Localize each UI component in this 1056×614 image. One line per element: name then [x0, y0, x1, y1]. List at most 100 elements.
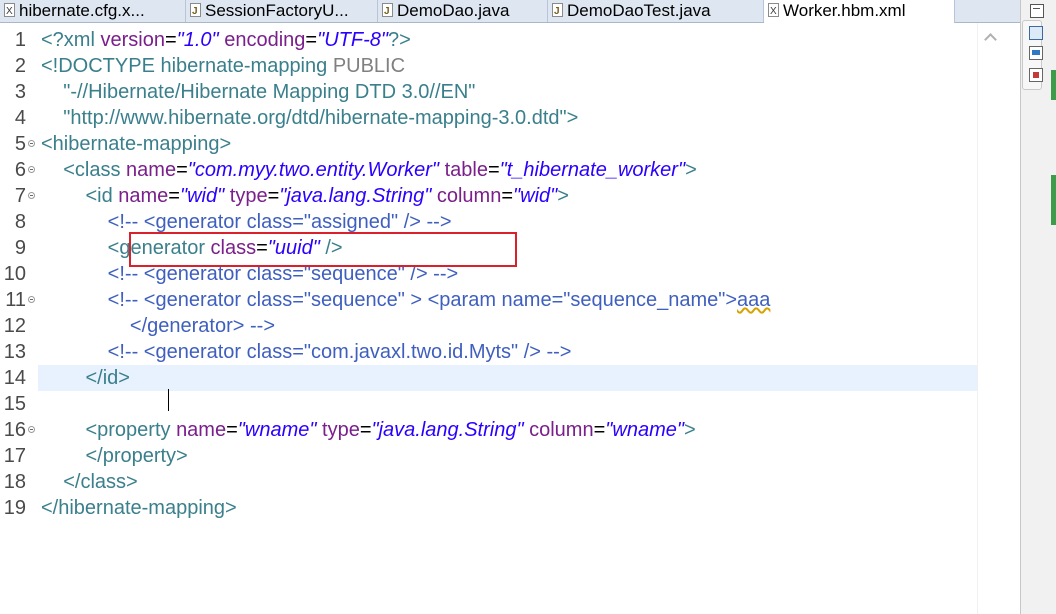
token-attribute: type — [224, 185, 268, 207]
outline-view-icon[interactable] — [1029, 26, 1043, 40]
line-number: 19 — [3, 497, 26, 519]
code-text[interactable]: <?xml version="1.0" encoding="UTF-8"?> — [41, 27, 411, 53]
token-tag: <hibernate-mapping> — [41, 133, 232, 155]
line-number: 10 — [3, 263, 26, 285]
token-equals: = — [359, 419, 372, 441]
code-text[interactable]: </class> — [41, 469, 138, 495]
code-line-1: 1 <?xml version="1.0" encoding="UTF-8"?> — [0, 27, 977, 53]
code-text[interactable]: <hibernate-mapping> — [41, 131, 231, 157]
xml-file-icon — [768, 1, 779, 23]
tab-demodao[interactable]: DemoDao.java — [378, 0, 548, 22]
tab-demodaotest[interactable]: DemoDaoTest.java — [548, 0, 764, 22]
code-text[interactable]: </hibernate-mapping> — [41, 495, 237, 521]
xml-file-icon — [4, 1, 15, 22]
token-value: "wid" — [513, 185, 558, 207]
problems-view-icon[interactable] — [1029, 68, 1043, 82]
window-edge-accent — [1051, 175, 1056, 225]
code-line-6: 6 <class name="com.myy.two.entity.Worker… — [0, 157, 977, 183]
token-tag: <property — [41, 419, 177, 441]
code-line-7: 7 <id name="wid" type="java.lang.String"… — [0, 183, 977, 209]
code-line-3: 3 "-//Hibernate/Hibernate Mapping DTD 3.… — [0, 79, 977, 105]
tab-hibernate-cfg[interactable]: hibernate.cfg.x... — [0, 0, 186, 22]
token-tag: <id — [41, 185, 119, 207]
code-text[interactable]: <!-- <generator class="sequence" > <para… — [41, 287, 771, 313]
line-number: 6 — [14, 159, 26, 181]
code-text[interactable]: <class name="com.myy.two.entity.Worker" … — [41, 157, 697, 183]
token-tag: > — [683, 419, 696, 441]
token-value: "java.lang.String" — [279, 185, 432, 207]
code-text[interactable]: <property name="wname" type="java.lang.S… — [41, 417, 696, 443]
token-tag: > — [566, 107, 579, 129]
java-file-icon — [190, 1, 201, 22]
fold-toggle-icon[interactable] — [28, 166, 35, 173]
token-comment-warning: aaa — [737, 289, 771, 311]
editor-tab-bar: hibernate.cfg.x... SessionFactoryU... De… — [0, 0, 1020, 23]
token-value: "t_hibernate_worker" — [499, 159, 686, 181]
code-line-14: 14 </id> — [0, 365, 977, 391]
token-attribute: version — [100, 29, 165, 51]
java-file-icon — [552, 1, 563, 22]
code-line-4: 4 "http://www.hibernate.org/dtd/hibernat… — [0, 105, 977, 131]
token-value: "java.lang.String" — [371, 419, 524, 441]
token-equals: = — [168, 185, 180, 207]
token-equals: = — [164, 29, 177, 51]
line-number: 11 — [5, 289, 26, 311]
line-number: 12 — [3, 315, 26, 337]
collapse-up-icon[interactable] — [984, 33, 998, 43]
tab-worker-hbm[interactable]: Worker.hbm.xml — [764, 0, 955, 23]
token-value: "wname" — [605, 419, 684, 441]
token-tag: <class — [41, 159, 127, 181]
overview-ruler[interactable] — [977, 23, 1021, 614]
code-line-13: 13 <!-- <generator class="com.javaxl.two… — [0, 339, 977, 365]
token-tag: > — [685, 159, 697, 181]
token-keyword: PUBLIC — [332, 55, 406, 77]
code-line-15: 15 — [0, 391, 977, 417]
token-attribute: name — [118, 185, 169, 207]
restore-view-icon[interactable] — [1030, 4, 1044, 18]
token-attribute: type — [316, 419, 360, 441]
tab-sessionfactory[interactable]: SessionFactoryU... — [186, 0, 378, 22]
token-tag: </hibernate-mapping> — [41, 497, 237, 519]
token-equals: = — [176, 159, 188, 181]
token-comment: <!-- <generator class="sequence" > <para… — [41, 289, 738, 311]
token-tag: ?> — [387, 29, 411, 51]
token-doctype: <!DOCTYPE hibernate-mapping — [41, 55, 333, 77]
fold-toggle-icon[interactable] — [28, 296, 35, 303]
token-tag: </property> — [41, 445, 188, 467]
code-text[interactable]: <!DOCTYPE hibernate-mapping PUBLIC — [41, 53, 405, 79]
fold-toggle-icon[interactable] — [28, 140, 35, 147]
tab-label: hibernate.cfg.x... — [19, 1, 145, 20]
task-list-icon[interactable] — [1029, 46, 1043, 60]
token-attribute: table — [439, 159, 488, 181]
token-tag: > — [557, 185, 569, 207]
code-line-5: 5 <hibernate-mapping> — [0, 131, 977, 157]
fold-toggle-icon[interactable] — [28, 426, 35, 433]
tab-label: DemoDaoTest.java — [567, 1, 711, 20]
token-comment: </generator> --> — [41, 315, 275, 337]
token-attribute: name — [126, 159, 177, 181]
token-string: "-//Hibernate/Hibernate Mapping DTD 3.0/… — [41, 81, 476, 103]
code-line-17: 17 </property> — [0, 443, 977, 469]
code-text[interactable]: </property> — [41, 443, 188, 469]
code-text[interactable]: </generator> --> — [41, 313, 275, 339]
code-text[interactable]: "http://www.hibernate.org/dtd/hibernate-… — [41, 105, 578, 131]
annotation-highlight-box — [129, 232, 517, 267]
tab-label: Worker.hbm.xml — [783, 1, 906, 20]
code-editor[interactable]: 1 <?xml version="1.0" encoding="UTF-8"?>… — [0, 23, 1020, 614]
code-line-19: 19 </hibernate-mapping> — [0, 495, 977, 521]
code-text[interactable]: <!-- <generator class="com.javaxl.two.id… — [41, 339, 572, 365]
line-number: 8 — [14, 211, 26, 233]
code-text[interactable]: "-//Hibernate/Hibernate Mapping DTD 3.0/… — [41, 79, 475, 105]
tab-label: SessionFactoryU... — [205, 1, 349, 20]
window-edge-accent — [1051, 70, 1056, 100]
line-number: 9 — [14, 237, 26, 259]
token-value: "com.myy.two.entity.Worker" — [187, 159, 440, 181]
line-number: 7 — [14, 185, 26, 207]
token-value: "wname" — [237, 419, 317, 441]
code-text[interactable]: </id> — [41, 365, 129, 391]
fold-toggle-icon[interactable] — [28, 192, 35, 199]
token-attribute: encoding — [218, 29, 306, 51]
code-text[interactable]: <id name="wid" type="java.lang.String" c… — [41, 183, 569, 209]
line-number: 17 — [3, 445, 26, 467]
token-comment: <!-- <generator class="assigned" /> --> — [41, 211, 452, 233]
